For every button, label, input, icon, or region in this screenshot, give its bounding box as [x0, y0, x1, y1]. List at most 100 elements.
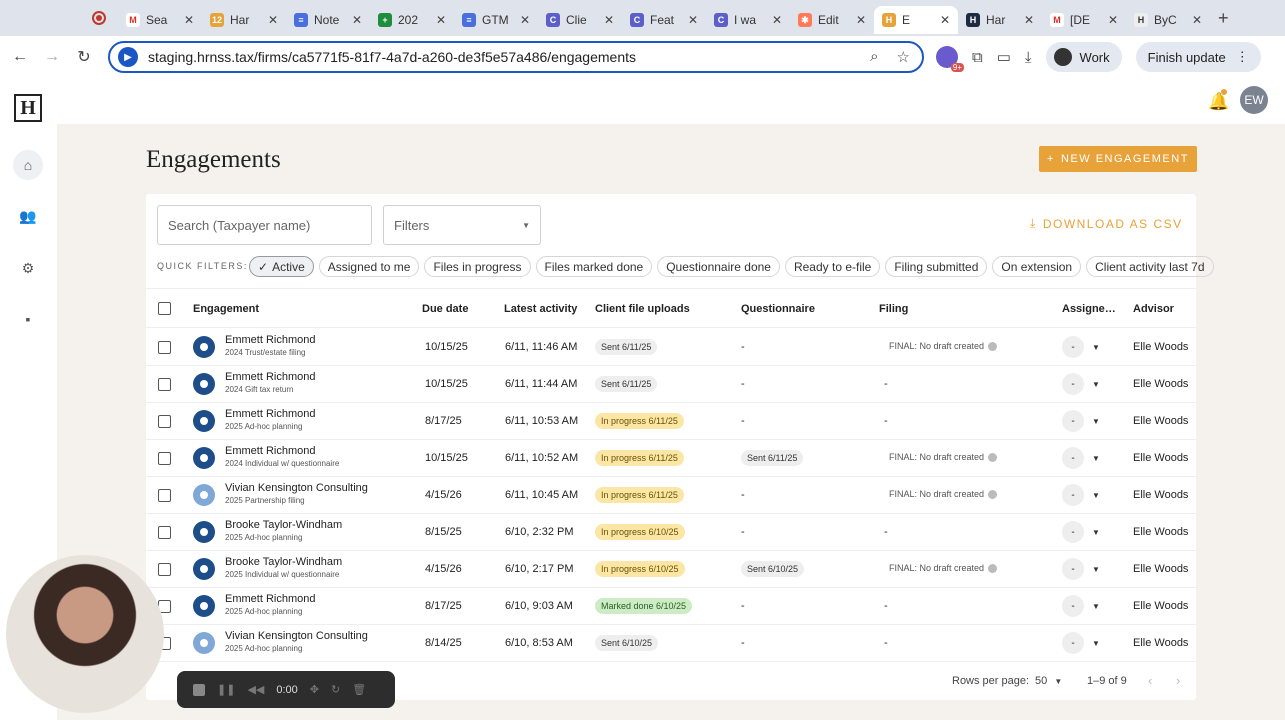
engagement-cell[interactable]: Emmett Richmond 2025 Ad-hoc planning	[225, 593, 315, 616]
table-row[interactable]: Emmett Richmond 2024 Trust/estate filing 1…	[146, 329, 1196, 366]
col-engagement[interactable]: Engagement	[193, 303, 259, 315]
more-menu-icon[interactable]: ⋮	[1236, 49, 1249, 65]
drag-handle-icon[interactable]: ✥	[310, 683, 319, 696]
tab-close-icon[interactable]: ✕	[940, 13, 950, 27]
engagement-cell[interactable]: Emmett Richmond 2025 Ad-hoc planning	[225, 408, 315, 431]
row-checkbox[interactable]	[158, 341, 171, 354]
engagement-cell[interactable]: Vivian Kensington Consulting 2025 Partner…	[225, 482, 368, 505]
table-row[interactable]: Vivian Kensington Consulting 2025 Ad-hoc …	[146, 625, 1196, 662]
quick-filter-chip[interactable]: Assigned to me	[318, 256, 420, 277]
quick-filter-chip[interactable]: Client activity last 7d	[1086, 256, 1214, 277]
engagement-cell[interactable]: Brooke Taylor-Windham 2025 Ad-hoc plannin…	[225, 519, 342, 542]
browser-tab[interactable]: M [DE ✕	[1042, 6, 1126, 34]
row-checkbox[interactable]	[158, 563, 171, 576]
row-checkbox[interactable]	[158, 526, 171, 539]
finish-update-button[interactable]: Finish update ⋮	[1135, 42, 1261, 72]
quick-filter-chip[interactable]: Files marked done	[535, 256, 653, 277]
col-filing[interactable]: Filing	[879, 303, 908, 315]
tab-close-icon[interactable]: ✕	[1192, 13, 1202, 27]
col-advisor[interactable]: Advisor	[1133, 303, 1174, 315]
assignee-select[interactable]: - ▼	[1062, 632, 1100, 654]
tab-close-icon[interactable]: ✕	[436, 13, 446, 27]
tab-close-icon[interactable]: ✕	[520, 13, 530, 27]
browser-tab[interactable]: C I wa ✕	[706, 6, 790, 34]
engagement-cell[interactable]: Brooke Taylor-Windham 2025 Individual w/ …	[225, 556, 342, 579]
table-row[interactable]: Emmett Richmond 2024 Individual w/ questi…	[146, 440, 1196, 477]
quick-filter-chip[interactable]: Files in progress	[424, 256, 531, 277]
engagement-cell[interactable]: Emmett Richmond 2024 Trust/estate filing	[225, 334, 315, 357]
app-logo[interactable]: H	[14, 94, 42, 122]
assignee-select[interactable]: - ▼	[1062, 521, 1100, 543]
site-info-icon[interactable]: ▶	[118, 47, 138, 67]
select-all-checkbox[interactable]	[158, 302, 171, 315]
tab-close-icon[interactable]: ✕	[772, 13, 782, 27]
profile-button[interactable]: Work	[1045, 42, 1122, 72]
tab-close-icon[interactable]: ✕	[184, 13, 194, 27]
restart-icon[interactable]: ↻	[331, 683, 340, 696]
reload-icon[interactable]: ↻	[68, 47, 100, 67]
table-row[interactable]: Brooke Taylor-Windham 2025 Individual w/ …	[146, 551, 1196, 588]
browser-tab[interactable]: ✱ Edit ✕	[790, 6, 874, 34]
engagement-cell[interactable]: Emmett Richmond 2024 Gift tax return	[225, 371, 315, 394]
browser-tab[interactable]: M Sea ✕	[118, 6, 202, 34]
notifications-bell-icon[interactable]: 🔔	[1208, 92, 1229, 112]
row-checkbox[interactable]	[158, 378, 171, 391]
quick-filter-chip[interactable]: Ready to e-file	[784, 256, 881, 277]
browser-tab[interactable]: ≡ GTM ✕	[454, 6, 538, 34]
browser-tab[interactable]: +202 ✕	[370, 6, 454, 34]
assignee-select[interactable]: - ▼	[1062, 595, 1100, 617]
browser-tab[interactable]: ≡ Note ✕	[286, 6, 370, 34]
col-questionnaire[interactable]: Questionnaire	[741, 303, 815, 315]
browser-tab[interactable]: H Har ✕	[958, 6, 1042, 34]
assignee-select[interactable]: - ▼	[1062, 336, 1100, 358]
new-engagement-button[interactable]: + NEW ENGAGEMENT	[1039, 146, 1197, 172]
table-row[interactable]: Brooke Taylor-Windham 2025 Ad-hoc plannin…	[146, 514, 1196, 551]
table-row[interactable]: Emmett Richmond 2025 Ad-hoc planning 8/17/…	[146, 403, 1196, 440]
assignee-select[interactable]: - ▼	[1062, 447, 1100, 469]
prev-page-icon[interactable]: ‹	[1148, 673, 1152, 688]
back-icon[interactable]: ←	[4, 48, 36, 66]
download-csv-button[interactable]: ⤓ DOWNLOAD AS CSV	[1030, 216, 1183, 231]
col-due-date[interactable]: Due date	[422, 303, 468, 315]
rewind-icon[interactable]: ◀◀	[247, 683, 264, 696]
row-checkbox[interactable]	[158, 415, 171, 428]
col-latest-activity[interactable]: Latest activity	[504, 303, 577, 315]
settings-gear-icon[interactable]: ⚙	[16, 256, 40, 280]
user-avatar[interactable]: EW	[1240, 86, 1268, 114]
rows-per-page-select[interactable]: 50 ▼	[1035, 675, 1062, 687]
table-row[interactable]: Emmett Richmond 2025 Ad-hoc planning 8/17/…	[146, 588, 1196, 625]
browser-tab[interactable]: H E ✕	[874, 6, 958, 34]
quick-filter-chip[interactable]: On extension	[992, 256, 1082, 277]
pause-icon[interactable]: ❚❚	[217, 683, 235, 696]
info-icon[interactable]	[988, 563, 998, 573]
row-checkbox[interactable]	[158, 452, 171, 465]
extension-icon[interactable]: 9+	[936, 46, 964, 72]
table-row[interactable]: Emmett Richmond 2024 Gift tax return 10/15…	[146, 366, 1196, 403]
stop-icon[interactable]	[193, 683, 205, 696]
next-page-icon[interactable]: ›	[1176, 673, 1180, 688]
new-tab-icon[interactable]: +	[1218, 8, 1229, 29]
assignee-select[interactable]: - ▼	[1062, 410, 1100, 432]
col-client-file-uploads[interactable]: Client file uploads	[595, 303, 690, 315]
bookmark-star-icon[interactable]: ☆	[897, 48, 910, 66]
browser-tab[interactable]: C Feat ✕	[622, 6, 706, 34]
info-icon[interactable]	[988, 452, 998, 462]
clients-icon[interactable]: 👥	[16, 204, 40, 228]
webcam-bubble[interactable]	[6, 555, 164, 713]
col-assignee[interactable]: Assigne…	[1062, 303, 1116, 315]
row-checkbox[interactable]	[158, 489, 171, 502]
tab-close-icon[interactable]: ✕	[604, 13, 614, 27]
home-icon[interactable]: ⌂	[13, 150, 43, 180]
tab-close-icon[interactable]: ✕	[268, 13, 278, 27]
filters-select[interactable]: Filters ▼	[383, 205, 541, 245]
quick-filter-chip[interactable]: Filing submitted	[885, 256, 988, 277]
browser-tab[interactable]: 12 Har ✕	[202, 6, 286, 34]
zoom-icon[interactable]: ⌕	[870, 48, 878, 66]
tab-close-icon[interactable]: ✕	[1024, 13, 1034, 27]
info-icon[interactable]	[988, 489, 998, 499]
engagement-cell[interactable]: Emmett Richmond 2024 Individual w/ questi…	[225, 445, 339, 468]
tab-close-icon[interactable]: ✕	[688, 13, 698, 27]
engagement-cell[interactable]: Vivian Kensington Consulting 2025 Ad-hoc …	[225, 630, 368, 653]
search-input[interactable]: Search (Taxpayer name)	[157, 205, 372, 245]
assignee-select[interactable]: - ▼	[1062, 484, 1100, 506]
